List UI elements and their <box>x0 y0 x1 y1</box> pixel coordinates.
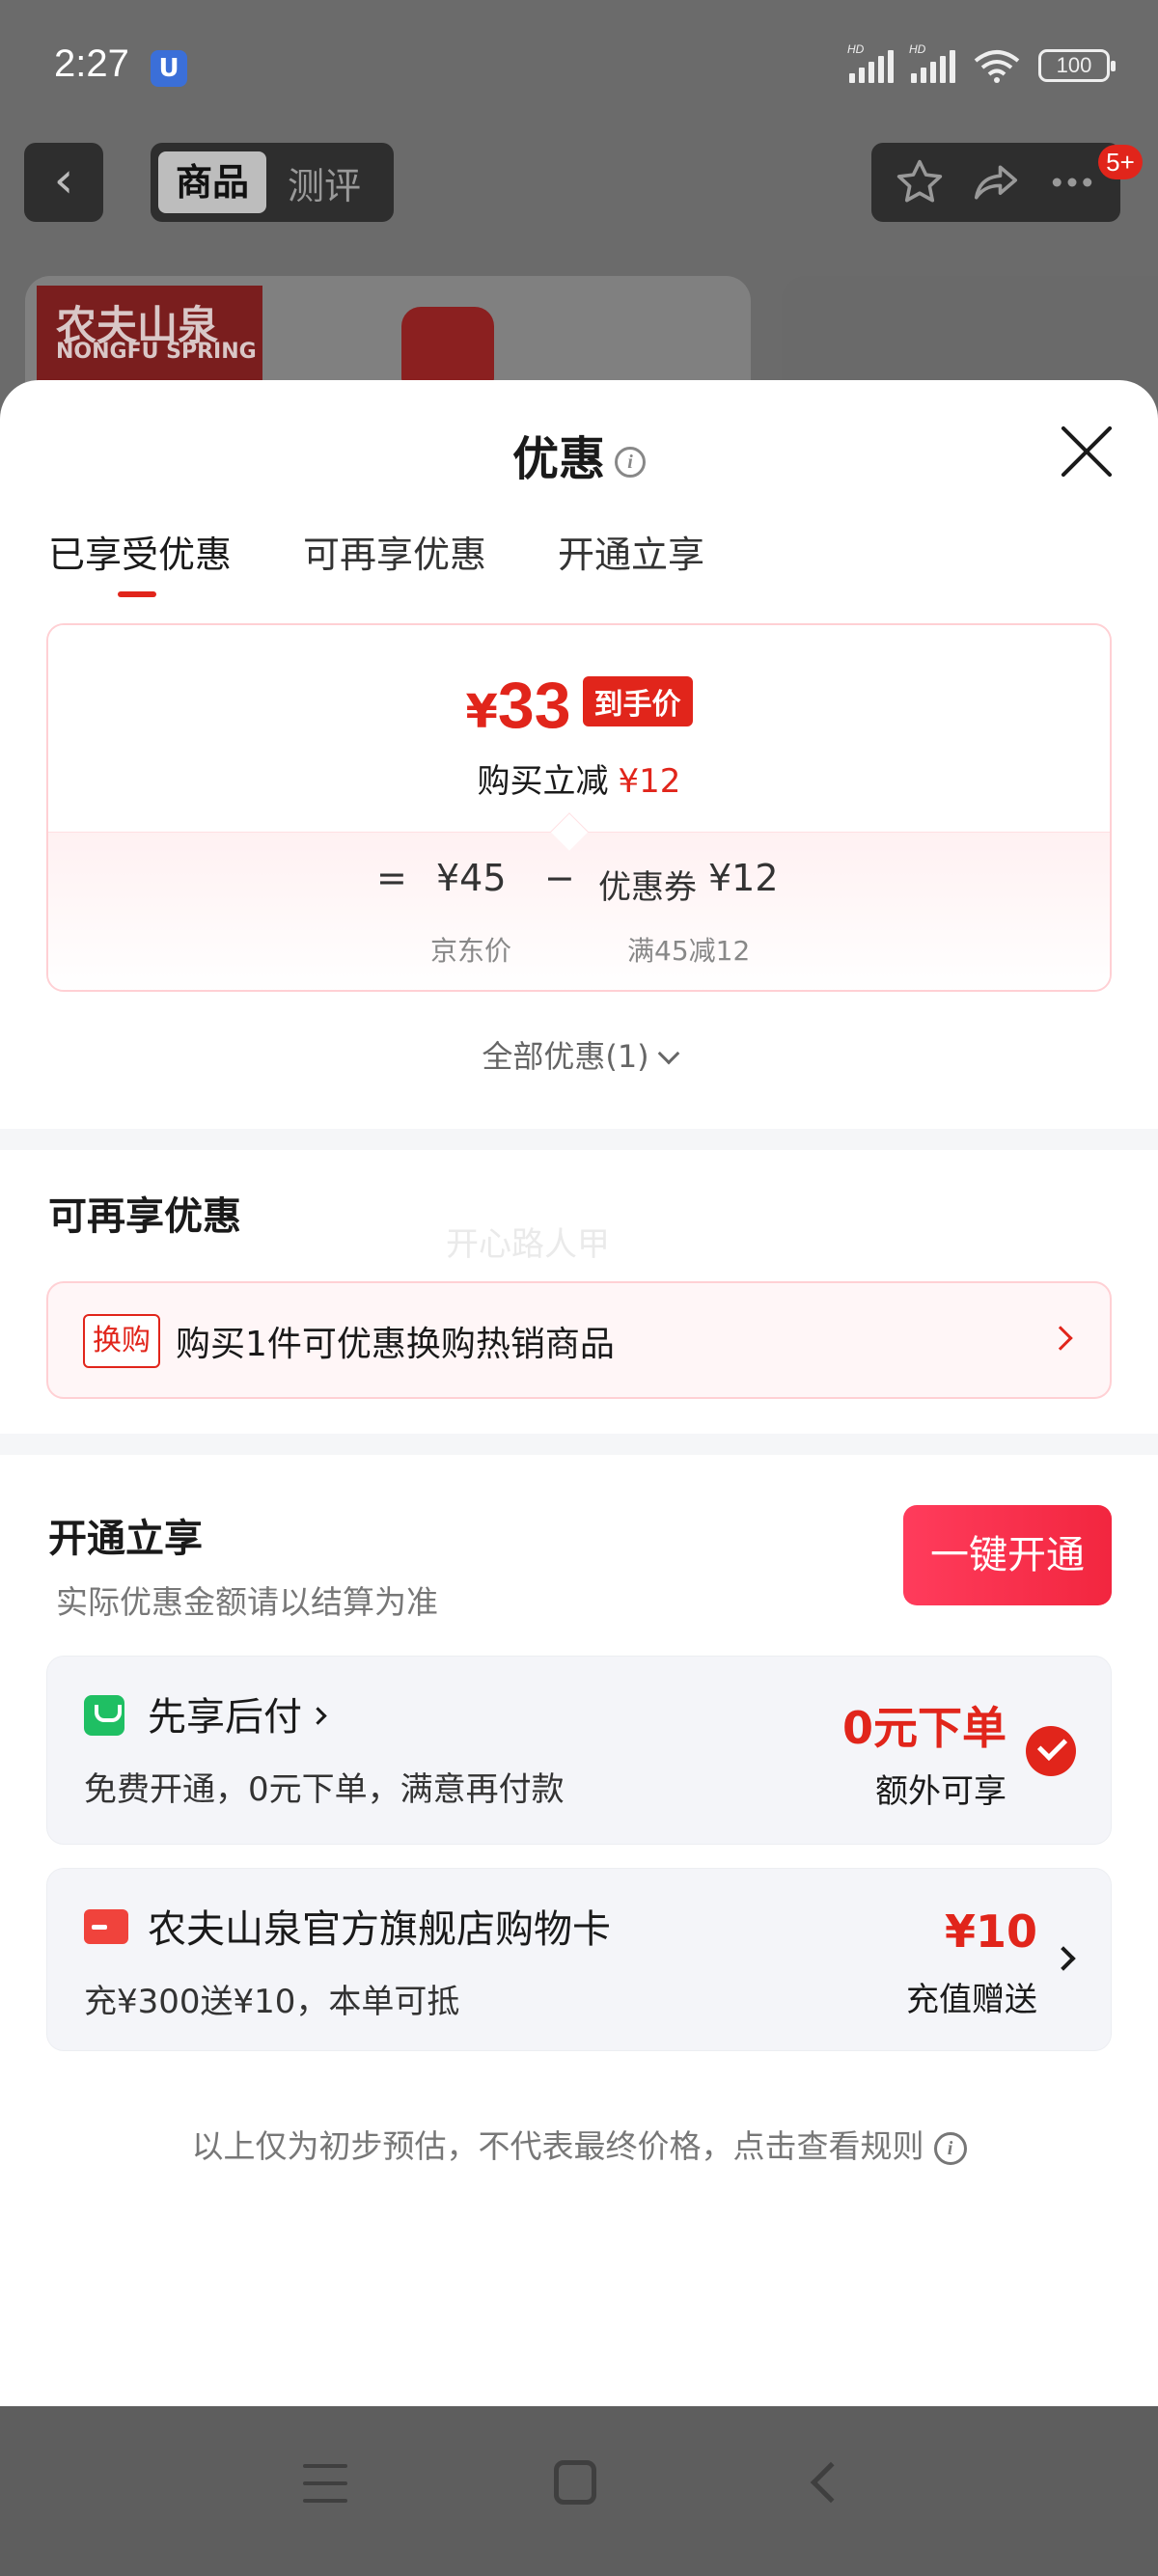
more-icon[interactable] <box>1046 156 1098 208</box>
chevron-right-icon <box>1051 1946 1076 1971</box>
discount-sheet: 优惠 i 已享受优惠 可再享优惠 开通立享 ¥33 到手价 购买立减 ¥12 = ¥4… <box>0 380 1158 2406</box>
calc-equals: = <box>376 857 407 899</box>
menu-icon[interactable] <box>303 2464 347 2503</box>
tab-open[interactable]: 开通立享 <box>558 525 704 597</box>
share-icon[interactable] <box>970 156 1022 208</box>
exchange-text: 购买1件可优惠换购热销商品 <box>176 1325 615 1364</box>
rules-note[interactable]: 以上仅为初步预估，不代表最终价格，点击查看规则 i <box>0 2121 1158 2167</box>
shopping-bag-icon <box>84 1695 124 1736</box>
system-nav-bar <box>0 2406 1158 2576</box>
calc-coupon-label: 优惠券 <box>598 868 697 907</box>
segment-product[interactable]: 商品 <box>158 151 266 213</box>
calc-minus: − <box>544 857 575 899</box>
store-card-desc: 充¥300送¥10，本单可抵 <box>84 1983 460 2021</box>
price-card: ¥33 到手价 购买立减 ¥12 = ¥45 − 优惠券 ¥12 京东价 满45减1… <box>46 623 1112 992</box>
chevron-right-icon <box>1048 1326 1073 1351</box>
calc-base-label: 京东价 <box>430 935 512 967</box>
price-tag: 到手价 <box>582 676 693 726</box>
rules-note-text: 以上仅为初步预估，不代表最终价格，点击查看规则 <box>191 2127 924 2165</box>
reduce-line: 购买立减 ¥12 <box>48 754 1110 802</box>
pay-later-highlight: 0元下单 <box>841 1702 1006 1754</box>
brand-name-en: NONGFU SPRING <box>56 340 257 364</box>
top-nav: ‹ 商品 测评 <box>0 143 1158 226</box>
final-price: ¥33 到手价 <box>48 668 1110 743</box>
tab-bar: 已享受优惠 可再享优惠 开通立享 <box>48 525 704 597</box>
more-section-title: 可再享优惠 <box>48 1194 241 1239</box>
right-toolbar <box>871 143 1120 222</box>
exchange-tag: 换购 <box>83 1314 160 1368</box>
store-card-title: 农夫山泉官方旗舰店购物卡 <box>148 1907 611 1952</box>
chevron-down-icon <box>657 1042 679 1065</box>
open-section-note: 实际优惠金额请以结算为准 <box>56 1583 438 1621</box>
reduce-value: ¥12 <box>618 762 681 801</box>
exchange-offer-card[interactable]: 换购 购买1件可优惠换购热销商品 <box>46 1281 1112 1399</box>
section-divider <box>0 1434 1158 1455</box>
all-discounts-toggle[interactable]: 全部优惠(1) <box>0 1032 1158 1077</box>
segment-review[interactable]: 测评 <box>266 156 382 209</box>
calc-coupon-rule: 满45减12 <box>627 935 751 967</box>
open-section-title: 开通立享 <box>48 1517 203 1561</box>
credit-card-icon <box>84 1909 128 1944</box>
bottle-cap <box>401 307 494 384</box>
reduce-label: 购买立减 <box>477 762 609 801</box>
pay-later-sub: 额外可享 <box>875 1772 1006 1811</box>
app-notification-icon: U <box>151 50 187 87</box>
store-card-highlight: ¥10 <box>944 1905 1037 1958</box>
status-time: 2:27 <box>54 42 129 85</box>
price-currency: ¥ <box>465 685 498 739</box>
star-icon[interactable] <box>894 156 946 208</box>
more-badge: 5+ <box>1098 145 1143 179</box>
segment-control: 商品 测评 <box>151 143 394 222</box>
check-circle-icon[interactable] <box>1026 1726 1076 1776</box>
watermark: 开心路人甲 <box>446 1225 610 1264</box>
info-icon: i <box>933 2131 967 2165</box>
sheet-title: 优惠 i <box>0 421 1158 488</box>
signal-icon: HD <box>909 42 955 83</box>
tab-enjoyed[interactable]: 已享受优惠 <box>48 525 232 597</box>
back-button[interactable]: ‹ <box>24 143 103 222</box>
home-icon[interactable] <box>554 2460 596 2505</box>
chevron-right-icon <box>309 1707 327 1725</box>
pay-later-title: 先享后付 <box>148 1685 327 1741</box>
section-divider <box>0 1129 1158 1150</box>
store-card-offer[interactable]: 农夫山泉官方旗舰店购物卡 充¥300送¥10，本单可抵 ¥10 充值赠送 <box>46 1868 1112 2051</box>
signal-icon: HD <box>847 42 894 83</box>
sheet-title-text: 优惠 <box>511 432 605 486</box>
one-click-open-button[interactable]: 一键开通 <box>903 1505 1112 1605</box>
pay-later-desc: 免费开通，0元下单，满意再付款 <box>84 1770 565 1809</box>
store-card-sub: 充值赠送 <box>906 1981 1037 2019</box>
status-bar: 2:27 U HD HD 100 <box>0 0 1158 135</box>
back-icon[interactable] <box>810 2461 852 2504</box>
status-indicators: HD HD 100 <box>847 42 1116 83</box>
calc-base-price: ¥45 <box>436 857 507 899</box>
tab-more[interactable]: 可再享优惠 <box>303 525 486 597</box>
close-button[interactable] <box>1058 423 1116 480</box>
calc-coupon-value: ¥12 <box>708 857 779 899</box>
info-icon[interactable]: i <box>615 447 646 478</box>
price-amount: 33 <box>497 669 571 742</box>
battery-icon: 100 <box>1038 49 1116 82</box>
pay-later-card[interactable]: 先享后付 免费开通，0元下单，满意再付款 0元下单 额外可享 <box>46 1656 1112 1845</box>
wifi-icon <box>974 50 1020 83</box>
all-discounts-label: 全部优惠(1) <box>482 1038 649 1075</box>
